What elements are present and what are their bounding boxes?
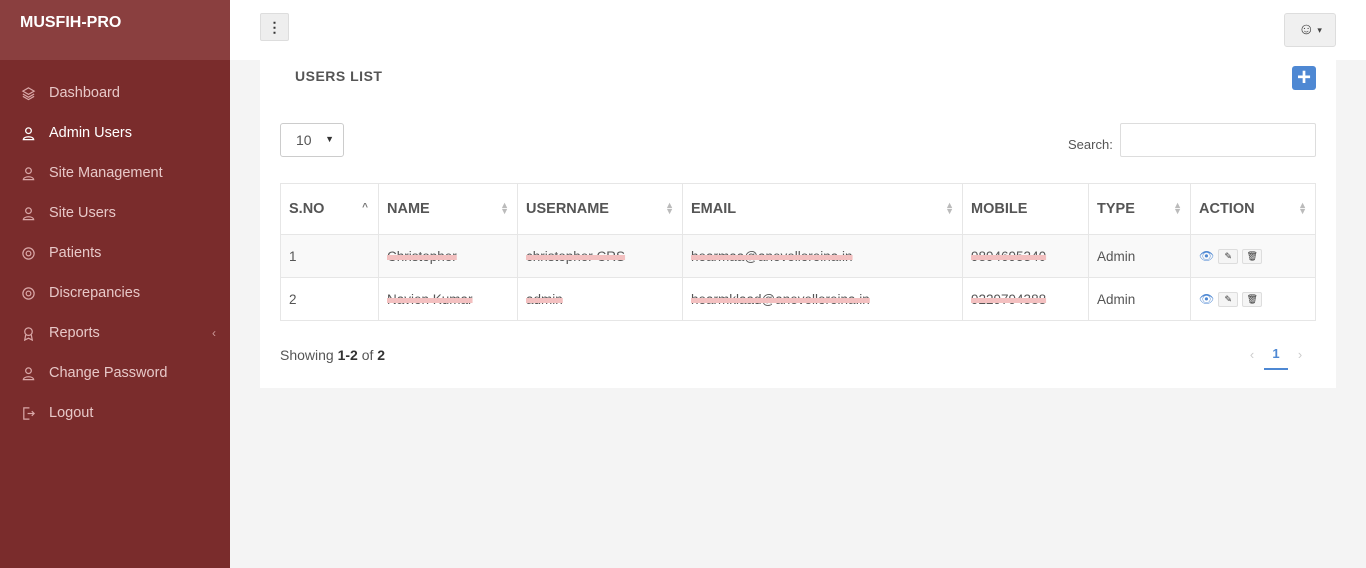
user-menu-button[interactable]: ☺ ▾ [1284,13,1336,47]
sidebar-item-label: Reports [49,325,100,341]
page-button-1[interactable]: 1 [1264,338,1288,370]
sidebar-item-label: Change Password [49,365,168,381]
sidebar-item-reports[interactable]: Reports ‹ [0,313,230,353]
table-row: 2 Navien Kumar admin hearmklaad@anevello… [280,277,1316,321]
sidebar: MUSFIH-PRO Dashboard Admin Users Site Ma… [0,0,230,568]
column-header-action[interactable]: ACTION ▲ ▼ [1190,183,1316,235]
cell-type: Admin [1088,234,1191,278]
lifebuoy-icon [20,285,36,301]
award-icon [20,325,36,341]
row-actions: 👁 ✎ 🗑 [1199,291,1307,307]
cell-username: admin [517,277,683,321]
sidebar-menu: Dashboard Admin Users Site Management Si… [0,60,230,433]
sort-icon: ▲ ▼ [1298,200,1307,216]
cell-email: hearmaa@anevelloreina.in [682,234,963,278]
table-info: Showing 1-2 of 2 [280,347,386,363]
user-icon [20,205,36,221]
sidebar-toggle-button[interactable]: ⋮ [260,13,289,41]
cell-type: Admin [1088,277,1191,321]
next-page-button[interactable]: › [1288,347,1312,362]
sidebar-item-site-management[interactable]: Site Management [0,153,230,193]
column-header-type[interactable]: TYPE ▲ ▼ [1088,183,1191,235]
plus-icon: + [1296,64,1311,91]
search-input[interactable] [1120,123,1316,157]
prev-page-button[interactable]: ‹ [1240,347,1264,362]
view-icon[interactable]: 👁 [1199,292,1214,306]
add-user-button[interactable]: + [1292,66,1316,90]
layers-icon [20,85,36,101]
caret-down-icon: ▾ [1317,24,1322,35]
page-length-value: 10 [296,132,312,148]
sidebar-item-site-users[interactable]: Site Users [0,193,230,233]
users-list-card: USERS LIST + 10 ▼ Search: S.NO ^ NAME ▲ ▼ U… [260,60,1336,388]
kebab-icon: ⋮ [267,18,282,35]
logout-icon [20,405,36,421]
search-label: Search: [1068,137,1113,152]
column-header-username[interactable]: USERNAME ▲ ▼ [517,183,683,235]
sort-icon: ▲ ▼ [500,200,509,216]
cell-action: 👁 ✎ 🗑 [1190,234,1316,278]
sort-asc-icon: ^ [362,202,368,213]
sidebar-item-label: Logout [49,405,94,421]
sidebar-item-admin-users[interactable]: Admin Users [0,113,230,153]
sidebar-item-patients[interactable]: Patients [0,233,230,273]
delete-icon[interactable]: 🗑 [1242,248,1263,264]
cell-username: christopher CRS [517,234,683,278]
sort-icon: ▲ ▼ [945,200,954,216]
smiley-icon: ☺ [1298,21,1315,38]
row-actions: 👁 ✎ 🗑 [1199,248,1307,264]
cell-name: Navien Kumar [378,277,518,321]
sidebar-item-label: Site Users [49,205,116,221]
sidebar-item-label: Admin Users [49,125,132,141]
users-table: S.NO ^ NAME ▲ ▼ USERNAME ▲ ▼ EMAIL ▲ ▼ MOBILE T… [280,183,1316,321]
table-row: 1 Christopher christopher CRS hearmaa@an… [280,234,1316,278]
sort-icon: ▲ ▼ [665,200,674,216]
chevron-left-icon: ‹ [212,326,216,340]
view-icon[interactable]: 👁 [1199,249,1214,263]
delete-icon[interactable]: 🗑 [1242,291,1263,307]
cell-email: hearmklaad@anevelloreina.in [682,277,963,321]
page-title: USERS LIST [295,68,383,84]
sort-icon: ▲ ▼ [1173,200,1182,216]
user-icon [20,165,36,181]
sidebar-item-label: Discrepancies [49,285,141,301]
sidebar-item-label: Dashboard [49,85,120,101]
top-bar: ⋮ ☺ ▾ [230,0,1366,60]
column-header-sno[interactable]: S.NO ^ [280,183,379,235]
sidebar-item-change-password[interactable]: Change Password [0,353,230,393]
column-header-name[interactable]: NAME ▲ ▼ [378,183,518,235]
column-header-mobile[interactable]: MOBILE [962,183,1089,235]
column-header-email[interactable]: EMAIL ▲ ▼ [682,183,963,235]
cell-sno: 2 [280,277,379,321]
user-icon [20,365,36,381]
cell-sno: 1 [280,234,379,278]
cell-mobile: 9229794388 [962,277,1089,321]
page-length-select[interactable]: 10 ▼ [280,123,344,157]
edit-icon[interactable]: ✎ [1218,248,1239,264]
sidebar-item-logout[interactable]: Logout [0,393,230,433]
table-header-row: S.NO ^ NAME ▲ ▼ USERNAME ▲ ▼ EMAIL ▲ ▼ MOBILE T… [280,183,1316,235]
sidebar-item-dashboard[interactable]: Dashboard [0,73,230,113]
cell-mobile: 9894695340 [962,234,1089,278]
user-icon [20,125,36,141]
lifebuoy-icon [20,245,36,261]
chevron-down-icon: ▼ [325,134,334,144]
edit-icon[interactable]: ✎ [1218,291,1239,307]
pagination: ‹ 1 › [1240,338,1312,370]
sidebar-item-label: Site Management [49,165,163,181]
cell-name: Christopher [378,234,518,278]
sidebar-item-discrepancies[interactable]: Discrepancies [0,273,230,313]
cell-action: 👁 ✎ 🗑 [1190,277,1316,321]
brand-title[interactable]: MUSFIH-PRO [0,0,230,60]
sidebar-item-label: Patients [49,245,102,261]
